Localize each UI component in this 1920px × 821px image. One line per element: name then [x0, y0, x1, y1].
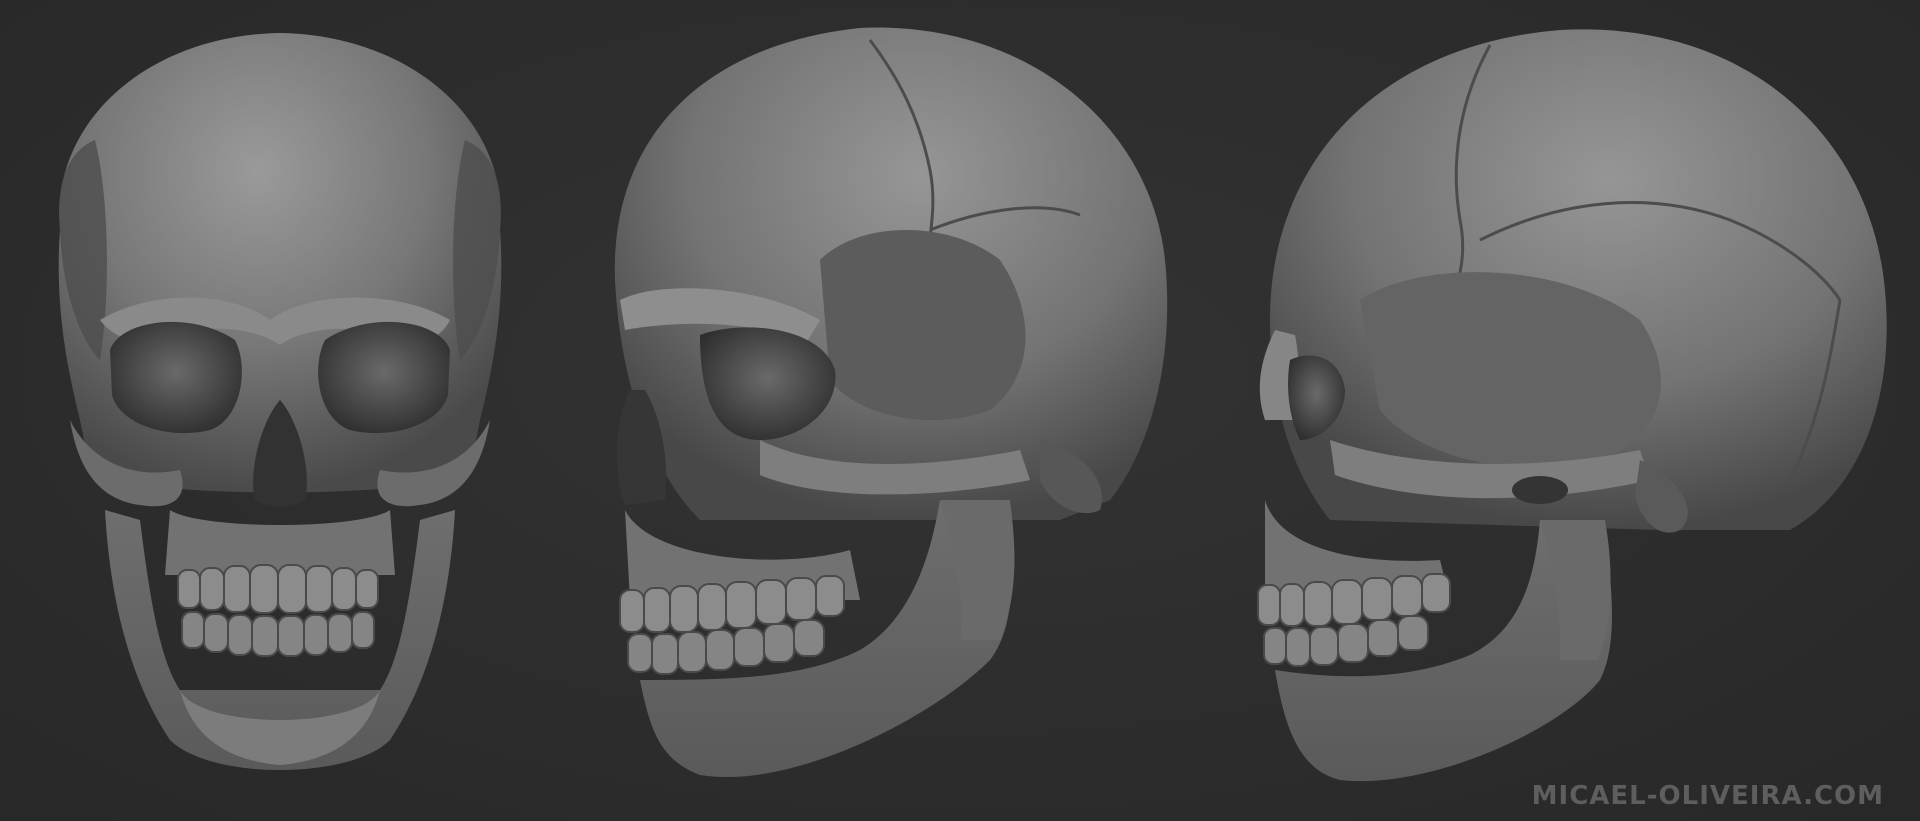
- skull-renders: [58, 27, 1887, 782]
- skull-front-view: [58, 33, 502, 770]
- watermark-text: MICAEL-OLIVEIRA.COM: [1531, 781, 1884, 811]
- skull-three-quarter-view: [614, 27, 1168, 778]
- skull-side-view: [1257, 29, 1887, 782]
- render-canvas: MICAEL-OLIVEIRA.COM: [0, 0, 1920, 821]
